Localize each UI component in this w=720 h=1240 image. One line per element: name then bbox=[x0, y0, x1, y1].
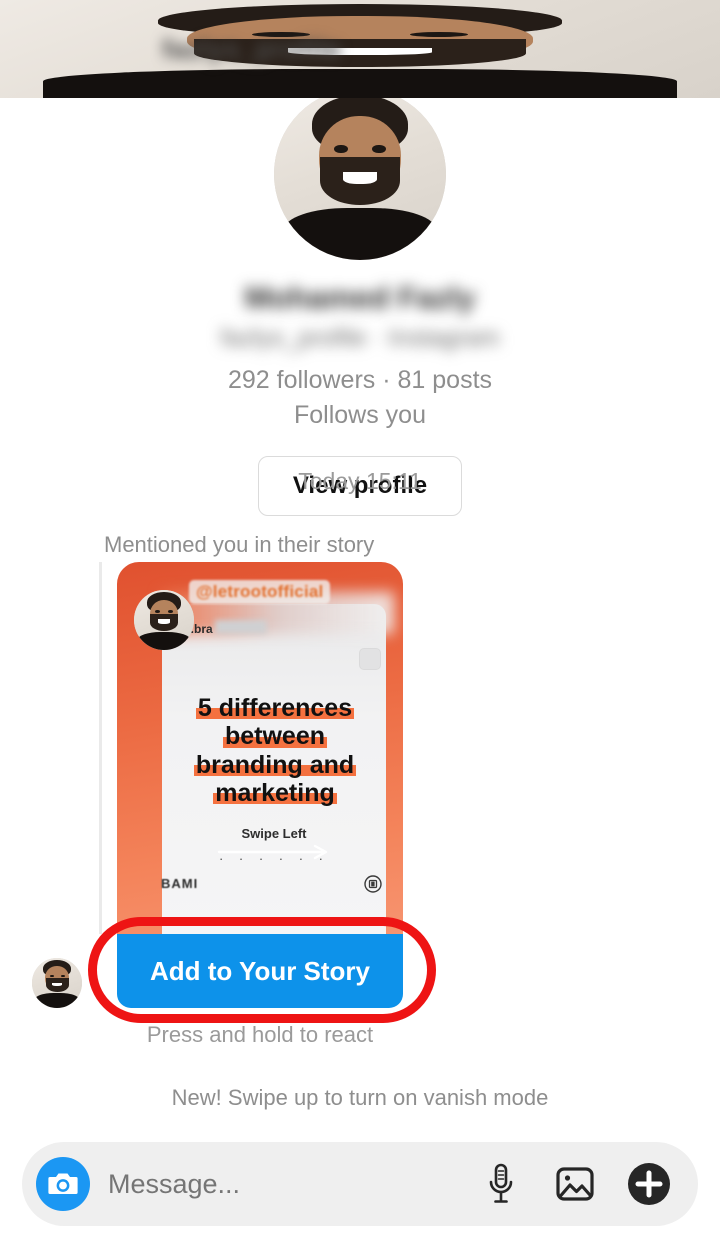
add-to-your-story-button[interactable]: Add to Your Story bbox=[117, 934, 403, 1008]
chat-header: fazlys_profile bbox=[0, 0, 720, 98]
avatar-portrait-large bbox=[274, 88, 446, 260]
message-timestamp: Today 15:11 bbox=[0, 468, 720, 495]
plus-circle-icon bbox=[626, 1161, 672, 1207]
avatar-portrait-story bbox=[134, 590, 194, 650]
story-headline-line: marketing bbox=[213, 779, 336, 807]
story-small-square bbox=[359, 648, 381, 670]
brand-mark: BAMI bbox=[161, 876, 198, 891]
profile-name: Mohamed Fazly bbox=[0, 280, 720, 318]
quote-indicator-line bbox=[99, 562, 102, 934]
voice-message-button[interactable] bbox=[478, 1161, 524, 1207]
header-avatar[interactable] bbox=[84, 21, 140, 77]
story-author-avatar bbox=[134, 590, 194, 650]
camera-button[interactable] bbox=[36, 1157, 90, 1211]
swipe-left-label: Swipe Left bbox=[162, 826, 386, 841]
story-badge-icon bbox=[363, 874, 383, 894]
profile-avatar[interactable] bbox=[274, 88, 446, 260]
swipe-dots: · · · · · · bbox=[162, 851, 386, 866]
gallery-button[interactable] bbox=[552, 1161, 598, 1207]
story-headline-line: 5 differences bbox=[196, 694, 354, 722]
press-and-hold-hint: Press and hold to react bbox=[117, 1022, 403, 1048]
message-composer bbox=[22, 1142, 698, 1226]
avatar-portrait bbox=[84, 21, 140, 77]
story-headline: 5 differences between branding and marke… bbox=[169, 694, 381, 807]
profile-summary: Mohamed Fazly fazlys_profile · Instagram… bbox=[0, 88, 720, 516]
story-overlay-handle-blur bbox=[215, 620, 267, 634]
story-headline-line: between bbox=[223, 722, 327, 750]
microphone-icon bbox=[487, 1162, 515, 1206]
mention-tag[interactable]: @letrootofficial bbox=[189, 580, 330, 604]
instagram-direct-message-screen: fazlys_profile bbox=[0, 0, 720, 1240]
photo-gallery-icon bbox=[554, 1163, 596, 1205]
story-headline-line: branding and bbox=[194, 751, 356, 779]
sender-avatar bbox=[32, 958, 82, 1008]
camera-icon bbox=[47, 1170, 79, 1198]
vanish-mode-note: New! Swipe up to turn on vanish mode bbox=[0, 1085, 720, 1111]
more-options-button[interactable] bbox=[626, 1161, 672, 1207]
profile-stats: 292 followers · 81 posts bbox=[0, 366, 720, 395]
header-username[interactable]: fazlys_profile bbox=[162, 34, 476, 65]
follows-you-label: Follows you bbox=[0, 401, 720, 430]
profile-handle: fazlys_profile · Instagram bbox=[0, 324, 720, 356]
composer-actions bbox=[478, 1161, 672, 1207]
story-preview-card[interactable]: ni.bra @letrootofficial 5 differences be… bbox=[117, 562, 403, 934]
avatar-portrait-sender bbox=[32, 958, 82, 1008]
message-input[interactable] bbox=[108, 1169, 478, 1200]
mention-label: Mentioned you in their story bbox=[104, 532, 374, 558]
